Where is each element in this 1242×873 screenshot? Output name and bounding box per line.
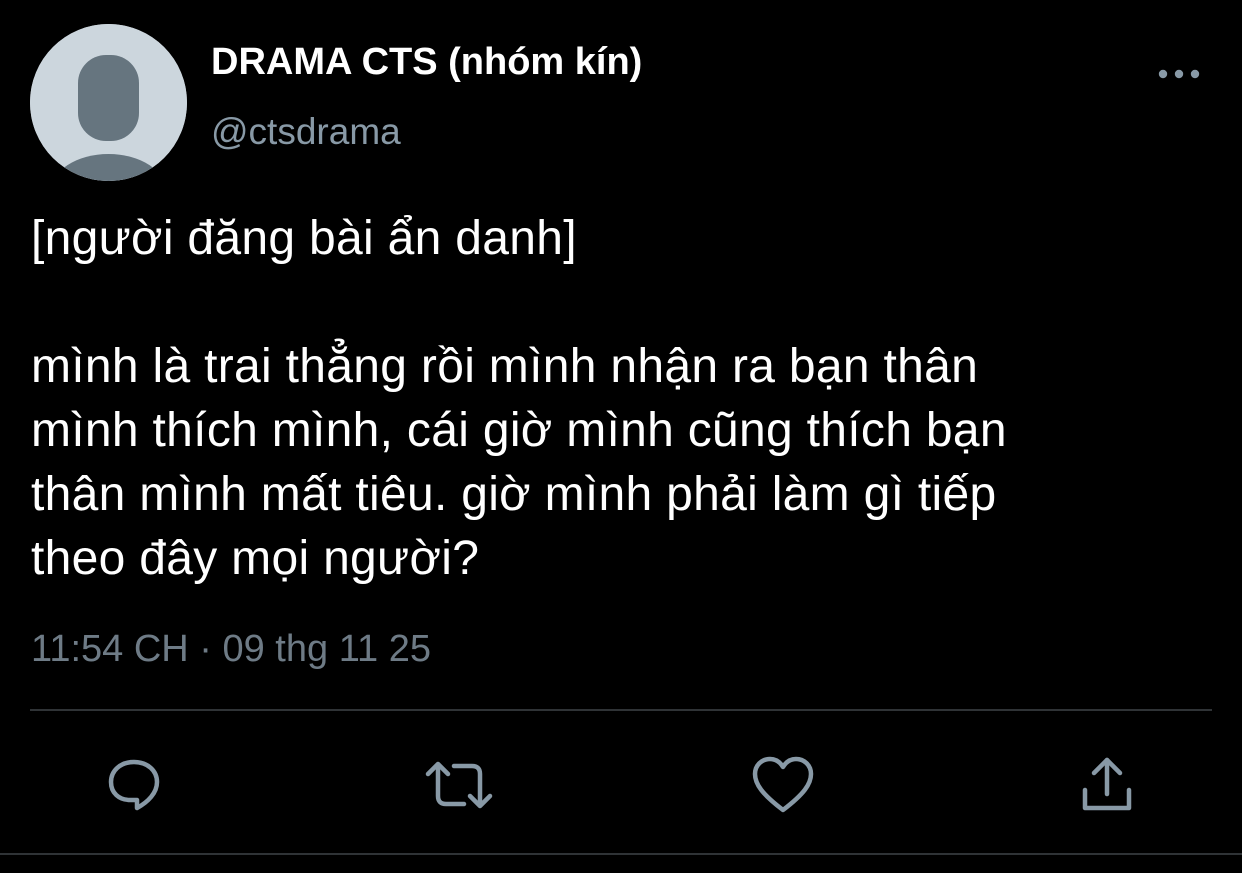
like-icon <box>752 756 814 813</box>
avatar[interactable] <box>30 24 187 181</box>
tweet-line: mình là trai thẳng rồi mình nhận ra bạn … <box>31 340 979 393</box>
more-options-icon[interactable] <box>1154 58 1204 90</box>
share-button[interactable] <box>1072 750 1142 820</box>
retweet-button[interactable] <box>424 750 494 820</box>
tweet-blank-line <box>31 271 1211 335</box>
tweet-line: thân mình mất tiêu. giờ mình phải làm gì… <box>31 468 997 521</box>
divider <box>0 853 1242 855</box>
reply-button[interactable] <box>99 750 169 820</box>
action-bar <box>0 740 1242 830</box>
tweet-text: [người đăng bài ẩn danh] mình là trai th… <box>31 207 1211 591</box>
tweet-line: mình thích mình, cái giờ mình cũng thích… <box>31 404 1007 457</box>
share-icon <box>1082 757 1132 811</box>
like-button[interactable] <box>748 750 818 820</box>
tweet-line: [người đăng bài ẩn danh] <box>31 212 577 265</box>
tweet-timestamp[interactable]: 11:54 CH · 09 thg 11 25 <box>31 621 431 677</box>
default-profile-icon <box>30 24 187 181</box>
author-handle[interactable]: @ctsdrama <box>211 108 401 156</box>
reply-icon <box>108 759 160 811</box>
retweet-icon <box>425 761 493 809</box>
tweet-line: theo đây mọi người? <box>31 532 480 585</box>
tweet-detail: DRAMA CTS (nhóm kín) @ctsdrama [người đă… <box>0 0 1242 873</box>
author-display-name[interactable]: DRAMA CTS (nhóm kín) <box>211 38 642 86</box>
divider <box>30 709 1212 711</box>
